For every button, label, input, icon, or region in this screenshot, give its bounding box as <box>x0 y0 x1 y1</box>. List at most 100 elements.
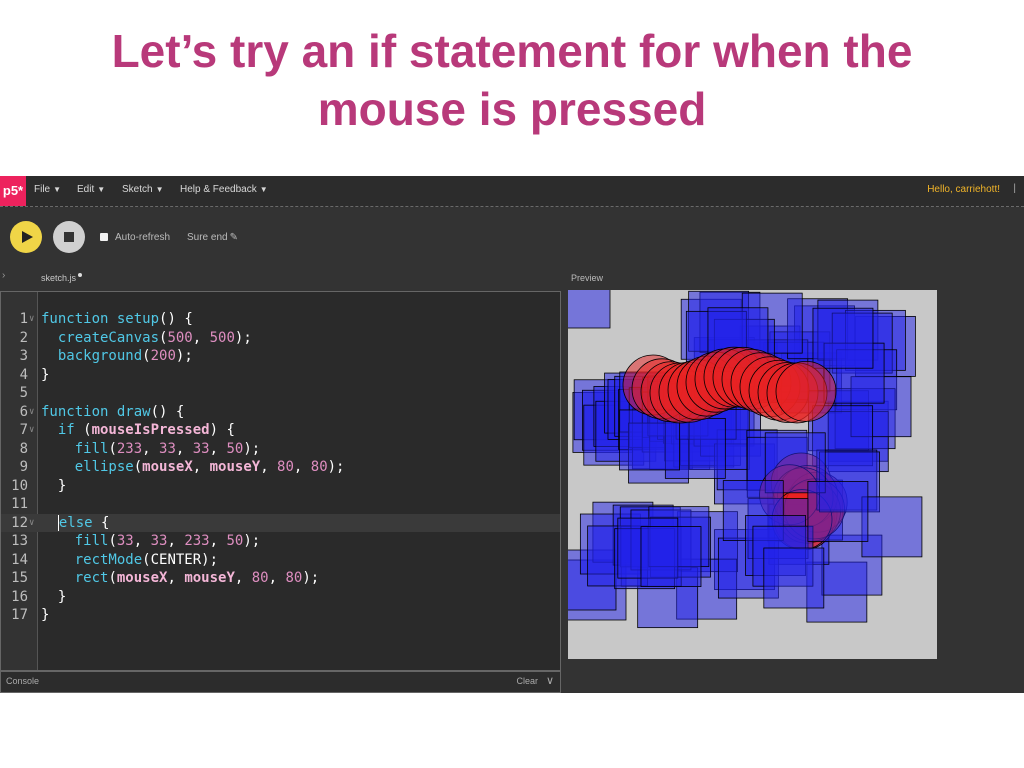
line-number: 12 <box>11 514 28 531</box>
code-token: , <box>209 440 227 457</box>
code-line[interactable]: 10 } <box>1 477 560 495</box>
auto-refresh-checkbox[interactable] <box>100 233 108 241</box>
code-text: background(200); <box>41 347 193 365</box>
code-line[interactable]: 4} <box>1 366 560 384</box>
menu-bar: p5* File ▼ Edit ▼ Sketch ▼ Help & Feedback ▼… <box>0 176 1024 207</box>
pencil-icon[interactable]: ✎ <box>230 232 238 243</box>
code-token: 80 <box>251 570 269 586</box>
chevron-down-icon: ▼ <box>53 185 62 194</box>
line-number: 2 <box>19 329 28 346</box>
line-number: 10 <box>11 477 28 494</box>
menu-help[interactable]: Help & Feedback ▼ <box>180 184 268 195</box>
code-token: createCanvas <box>57 329 160 346</box>
code-line[interactable]: 6 ∨ function draw() { <box>1 403 560 421</box>
menu-sketch[interactable]: Sketch ▼ <box>122 184 164 195</box>
code-text: rectMode(CENTER); <box>41 551 218 569</box>
menu-edit-label: Edit <box>77 184 95 195</box>
code-token: ( <box>108 440 117 457</box>
code-line[interactable]: 2 createCanvas(500, 500); <box>1 329 560 347</box>
preview-label: Preview <box>571 273 604 283</box>
line-number: 13 <box>11 533 28 549</box>
code-token: ( <box>108 570 117 586</box>
code-line[interactable]: 14 rectMode(CENTER); <box>1 551 560 569</box>
menu-sketch-label: Sketch <box>122 184 153 195</box>
code-token: (CENTER); <box>142 551 219 568</box>
code-token: () { <box>150 403 185 420</box>
code-text: fill(233, 33, 33, 50); <box>41 440 260 458</box>
user-greeting[interactable]: Hello, carriehott! <box>927 184 1000 195</box>
code-line[interactable]: 7 ∨ if (mouseIsPressed) { <box>1 421 560 439</box>
sketch-rect <box>861 496 923 558</box>
code-line[interactable]: 17} <box>1 606 560 624</box>
chevron-down-icon[interactable]: ∨ <box>546 674 554 687</box>
code-line[interactable]: 13 fill(33, 33, 233, 50); <box>1 532 560 550</box>
code-text: ellipse(mouseX, mouseY, 80, 80); <box>41 458 345 476</box>
code-token: } <box>41 607 50 623</box>
code-token: 233 <box>184 533 210 549</box>
code-token: ); <box>243 440 261 457</box>
code-token: rect <box>74 570 109 586</box>
preview-canvas[interactable] <box>568 290 937 659</box>
chevron-down-icon: ▼ <box>155 185 164 194</box>
fold-arrow-icon[interactable]: ∨ <box>29 514 34 532</box>
chevron-down-icon: ▼ <box>259 185 268 194</box>
code-line[interactable]: 11 <box>1 495 560 513</box>
line-number: 6 <box>19 403 28 420</box>
code-line[interactable]: 15 rect(mouseX, mouseY, 80, 80); <box>1 569 560 587</box>
code-token: 500 <box>167 329 193 346</box>
code-token: else <box>57 514 93 531</box>
code-token: ); <box>243 533 261 549</box>
code-token: , <box>175 440 193 457</box>
menu-file[interactable]: File ▼ <box>34 184 61 195</box>
code-token: , <box>209 533 227 549</box>
code-token: 33 <box>116 533 134 549</box>
fold-arrow-icon[interactable]: ∨ <box>29 403 34 421</box>
code-token: setup <box>116 311 160 327</box>
p5-logo[interactable]: p5* <box>0 176 26 206</box>
code-token: ); <box>327 459 345 475</box>
fold-arrow-icon[interactable]: ∨ <box>29 421 34 439</box>
code-line[interactable]: 5 <box>1 384 560 402</box>
code-line[interactable]: 9 ellipse(mouseX, mouseY, 80, 80); <box>1 458 560 476</box>
p5-editor-window: p5* File ▼ Edit ▼ Sketch ▼ Help & Feedback ▼… <box>0 176 1024 693</box>
chevron-right-icon[interactable]: › <box>2 270 5 281</box>
unsaved-indicator <box>78 273 83 277</box>
code-line[interactable]: 1 ∨ function setup() { <box>1 310 560 328</box>
code-token: fill <box>74 533 109 549</box>
code-text: } <box>41 477 66 495</box>
code-text: else { <box>41 514 109 532</box>
code-token: 33 <box>192 440 210 457</box>
sketch-name[interactable]: Sure end ✎ <box>187 232 238 243</box>
code-line[interactable]: 8 fill(233, 33, 33, 50); <box>1 440 560 458</box>
slide-title: Let’s try an if statement for when the m… <box>0 22 1024 138</box>
code-token: ) { <box>209 422 235 438</box>
fold-arrow-icon[interactable]: ∨ <box>29 310 34 328</box>
code-token: ); <box>234 329 252 346</box>
code-text: function draw() { <box>41 403 184 421</box>
code-text: } <box>41 588 66 606</box>
code-editor[interactable]: 1 ∨ function setup() {2 createCanvas(500, … <box>0 291 561 671</box>
console-clear-button[interactable]: Clear <box>516 676 538 686</box>
code-token: mouseX <box>142 459 193 475</box>
play-button[interactable] <box>10 221 42 253</box>
sketch-rect <box>763 547 825 609</box>
code-token: draw <box>116 403 151 420</box>
code-token: 33 <box>150 533 168 549</box>
menu-edit[interactable]: Edit ▼ <box>77 184 105 195</box>
line-number: 1 <box>19 311 28 327</box>
sketch-name-text: Sure end <box>187 232 228 243</box>
sketch-rect <box>568 290 611 329</box>
code-token: , <box>192 459 210 475</box>
code-line[interactable]: 3 background(200); <box>1 347 560 365</box>
code-token: ( <box>142 348 151 364</box>
code-token: , <box>293 459 311 475</box>
code-token: ); <box>175 348 193 364</box>
stop-button[interactable] <box>53 221 85 253</box>
file-tab-sketch-js[interactable]: sketch.js <box>41 273 83 283</box>
code-line[interactable]: 12 ∨ else { <box>1 513 560 532</box>
code-line[interactable]: 16 } <box>1 588 560 606</box>
line-number: 17 <box>11 607 28 623</box>
